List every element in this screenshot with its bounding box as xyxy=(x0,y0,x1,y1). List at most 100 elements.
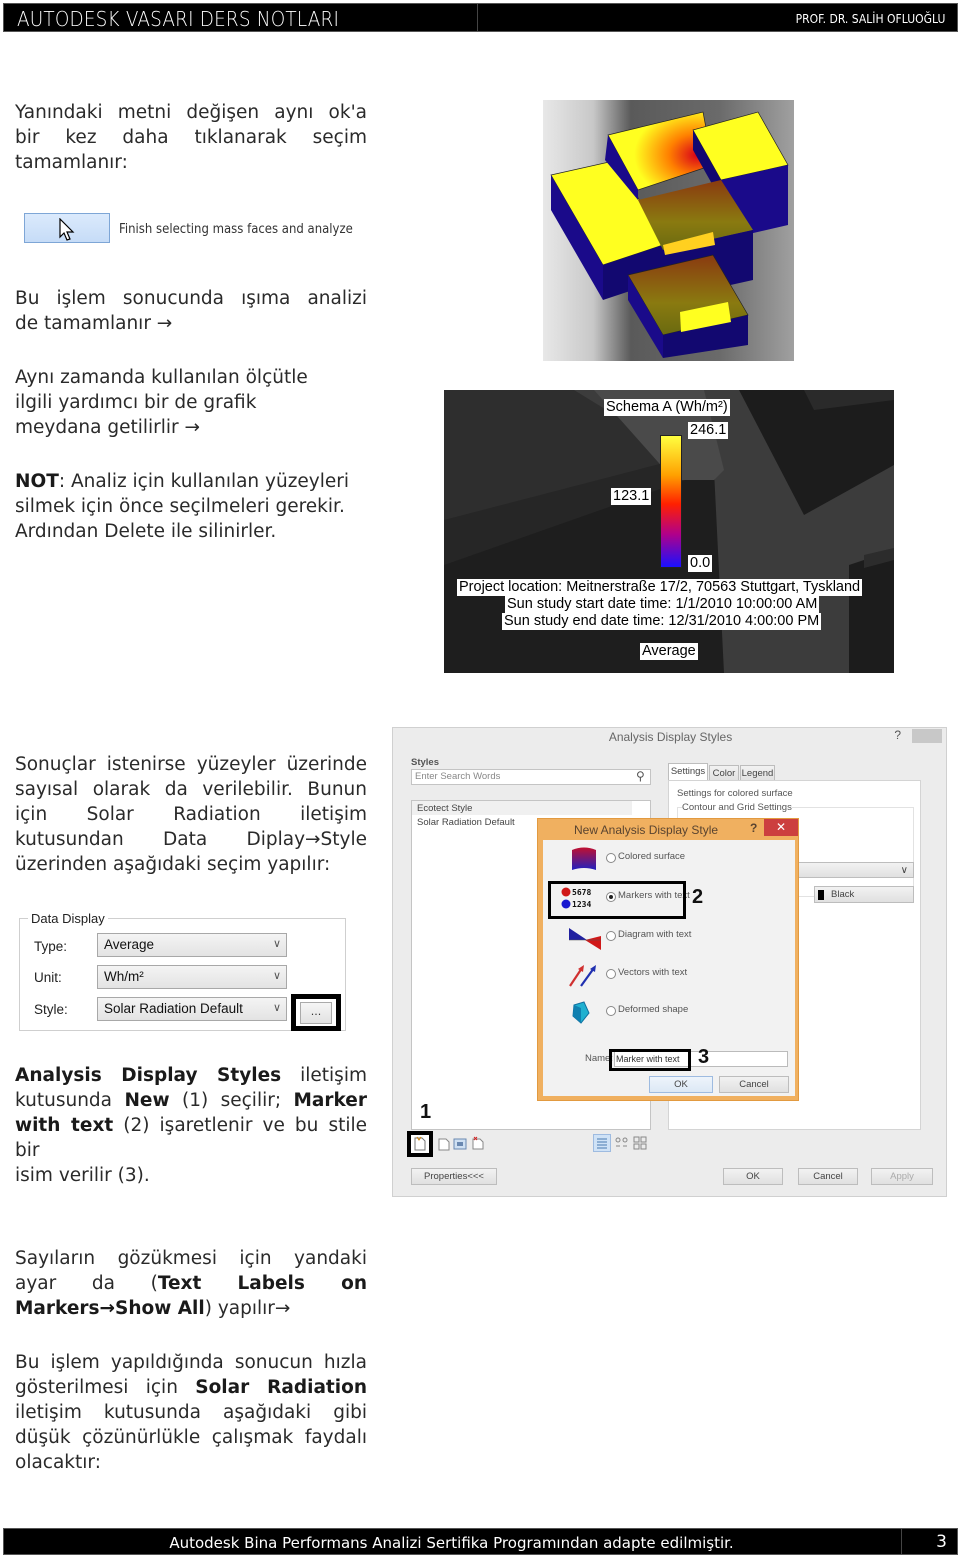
text-line: olacaktır: xyxy=(15,1452,101,1473)
text-line: Yanındaki metni değişen aynı ok'a xyxy=(15,102,367,123)
delete-style-icon[interactable] xyxy=(471,1136,485,1150)
option-diagram-with-text[interactable]: Diagram with text xyxy=(543,922,793,952)
radio-diagram-with-text[interactable] xyxy=(606,931,616,941)
small-icons-view-icon[interactable] xyxy=(615,1136,629,1150)
radio-vectors-with-text[interactable] xyxy=(606,969,616,979)
callout-number-2: 2 xyxy=(692,886,704,908)
data-display-group: Data Display Type: Average ∨ Unit: Wh/m²… xyxy=(19,911,346,1031)
style-search-input[interactable]: Enter Search Words ⚲ xyxy=(411,769,651,785)
new-style-callout xyxy=(407,1131,433,1157)
large-icons-view-icon[interactable] xyxy=(633,1136,647,1150)
type-select-value: Average xyxy=(104,937,155,952)
option-colored-surface[interactable]: Colored surface xyxy=(543,844,793,874)
style-more-button[interactable]: ... xyxy=(300,1002,332,1024)
document-title: AUTODESK VASARI DERS NOTLARI xyxy=(17,7,340,31)
bold-text: Marker xyxy=(293,1090,367,1111)
search-placeholder: Enter Search Words xyxy=(415,771,501,782)
new-cancel-button[interactable]: Cancel xyxy=(719,1076,789,1093)
close-button[interactable] xyxy=(912,729,942,743)
callout-number-3: 3 xyxy=(698,1046,710,1068)
text-line: ayar da (Text Labels on xyxy=(15,1271,367,1296)
paragraph-finish-selection: Yanındaki metni değişen aynı ok'a bir ke… xyxy=(15,100,367,175)
text-span: : Analiz için kullanılan yüzeyleri xyxy=(58,471,350,492)
cursor-arrow-icon xyxy=(59,218,75,241)
help-button[interactable]: ? xyxy=(750,821,757,835)
data-display-title: Data Display xyxy=(28,911,108,926)
finish-selecting-control: Finish selecting mass faces and analyze xyxy=(24,213,364,245)
search-icon[interactable]: ⚲ xyxy=(636,769,645,783)
legend-max-value: 246.1 xyxy=(688,422,729,439)
text-line: Bu işlem sonucunda ışıma analizi xyxy=(15,288,367,309)
markers-with-text-callout xyxy=(548,881,686,919)
style-select-value: Solar Radiation Default xyxy=(104,1001,243,1016)
text-span: ayar da ( xyxy=(15,1273,158,1294)
text-line: gösterilmesi için Solar Radiation xyxy=(15,1375,367,1400)
page-number: 3 xyxy=(936,1532,947,1552)
text-line: üzerinden aşağıdaki seçim yapılır: xyxy=(15,854,331,875)
option-label: Deformed shape xyxy=(618,1004,689,1015)
new-ok-button[interactable]: OK xyxy=(649,1076,713,1093)
new-style-icon[interactable] xyxy=(412,1136,428,1152)
bold-text: with text xyxy=(15,1115,114,1136)
option-label: Diagram with text xyxy=(618,929,692,940)
apply-button[interactable]: Apply xyxy=(871,1168,933,1185)
contour-grid-label: Contour and Grid Settings xyxy=(682,802,792,813)
paragraph-graphic: Aynı zamanda kullanılan ölçütle ilgili y… xyxy=(15,365,367,440)
properties-button[interactable]: Properties<<< xyxy=(411,1168,497,1185)
text-line: düşük çözünürlükle çalışmak faydalı xyxy=(15,1427,367,1448)
type-select[interactable]: Average ∨ xyxy=(97,933,287,957)
close-button[interactable]: ✕ xyxy=(764,819,798,836)
finish-selecting-label: Finish selecting mass faces and analyze xyxy=(119,222,353,237)
cancel-button[interactable]: Cancel xyxy=(798,1168,858,1185)
help-button[interactable]: ? xyxy=(894,728,901,742)
text-line: Sayıların gözükmesi için yandaki xyxy=(15,1248,367,1269)
type-label: Type: xyxy=(34,939,68,954)
name-field-callout: Marker with text xyxy=(609,1049,691,1071)
name-input-value[interactable]: Marker with text xyxy=(616,1054,680,1064)
style-item[interactable]: Solar Radiation Default xyxy=(417,817,515,828)
ok-button[interactable]: OK xyxy=(723,1168,783,1185)
deformed-shape-icon xyxy=(572,1001,590,1024)
header-divider xyxy=(477,4,478,31)
unit-select[interactable]: Wh/m² ∨ xyxy=(97,965,287,989)
project-location: Project location: Meitnerstraße 17/2, 70… xyxy=(457,579,863,596)
text-line: için Solar Radiation iletişim xyxy=(15,804,367,825)
legend-min-value: 0.0 xyxy=(688,555,713,572)
tab-settings[interactable]: Settings xyxy=(668,763,708,780)
text-line: Bu işlem yapıldığında sonucun hızla xyxy=(15,1352,367,1373)
unit-select-value: Wh/m² xyxy=(104,969,144,984)
paragraph-low-resolution: Bu işlem yapıldığında sonucun hızla göst… xyxy=(15,1350,367,1475)
style-more-callout: ... xyxy=(291,994,341,1031)
legend-title: Schema A (Wh/m²) xyxy=(604,399,730,416)
finish-selecting-button[interactable] xyxy=(24,213,110,243)
new-dialog-title: New Analysis Display Style xyxy=(574,823,719,837)
bold-text: Analysis Display Styles xyxy=(15,1065,282,1086)
page-footer: Autodesk Bina Performans Analizi Sertifi… xyxy=(3,1528,958,1555)
diagram-with-text-icon xyxy=(569,928,601,950)
option-deformed-shape[interactable]: Deformed shape xyxy=(543,997,793,1027)
radiation-legend-image: Schema A (Wh/m²) 246.1 123.1 0.0 Project… xyxy=(444,390,894,673)
colored-surface-icon xyxy=(572,847,596,870)
style-item[interactable]: Ecotect Style xyxy=(417,803,472,814)
radio-colored-surface[interactable] xyxy=(606,853,616,863)
color-swatch xyxy=(818,890,824,900)
list-view-button[interactable] xyxy=(593,1134,611,1152)
settings-description: Settings for colored surface xyxy=(677,788,793,799)
style-select[interactable]: Solar Radiation Default ∨ xyxy=(97,997,287,1021)
option-vectors-with-text[interactable]: Vectors with text xyxy=(543,960,793,990)
legend-type: Average xyxy=(640,643,698,660)
chevron-down-icon: ∨ xyxy=(272,938,281,950)
option-label: Colored surface xyxy=(618,851,686,862)
color-picker-button[interactable]: Black xyxy=(814,886,914,903)
chevron-down-icon: ∨ xyxy=(900,865,908,876)
unit-label: Unit: xyxy=(34,970,62,985)
text-line: silmek için önce seçilmeleri gerekir. xyxy=(15,496,345,517)
text-line: Sonuçlar istenirse yüzeyler üzerinde xyxy=(15,754,367,775)
text-line: kutusundan Data Diplay→Style xyxy=(15,829,367,850)
rename-style-icon[interactable] xyxy=(453,1137,467,1151)
footer-divider xyxy=(901,1529,902,1554)
radio-deformed-shape[interactable] xyxy=(606,1006,616,1016)
duplicate-style-icon[interactable] xyxy=(437,1137,451,1151)
sun-study-start: Sun study start date time: 1/1/2010 10:0… xyxy=(505,596,820,613)
text-line: de tamamlanır → xyxy=(15,313,173,334)
